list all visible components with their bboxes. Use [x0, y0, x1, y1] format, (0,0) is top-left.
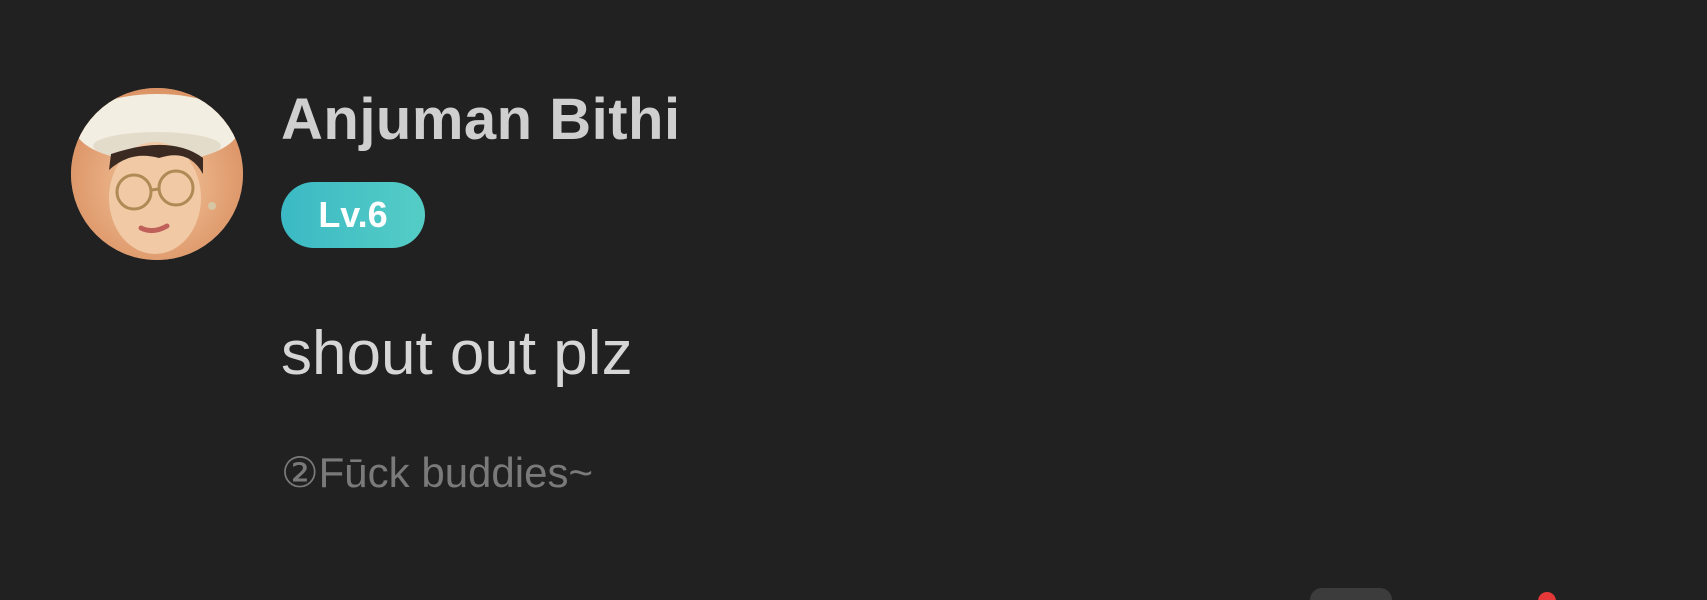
level-badge: Lv.6 — [281, 182, 425, 248]
community-tag[interactable]: ②Fūck buddies~ — [281, 448, 593, 497]
comment-text: shout out plz — [281, 319, 633, 388]
avatar[interactable] — [71, 88, 243, 260]
avatar-photo-icon — [71, 88, 243, 260]
author-name[interactable]: Anjuman Bithi — [281, 86, 681, 153]
comment-card: Anjuman Bithi Lv.6 shout out plz ②Fūck b… — [0, 0, 1707, 600]
comment-icon[interactable] — [1310, 588, 1392, 600]
notification-dot-icon — [1538, 592, 1556, 600]
